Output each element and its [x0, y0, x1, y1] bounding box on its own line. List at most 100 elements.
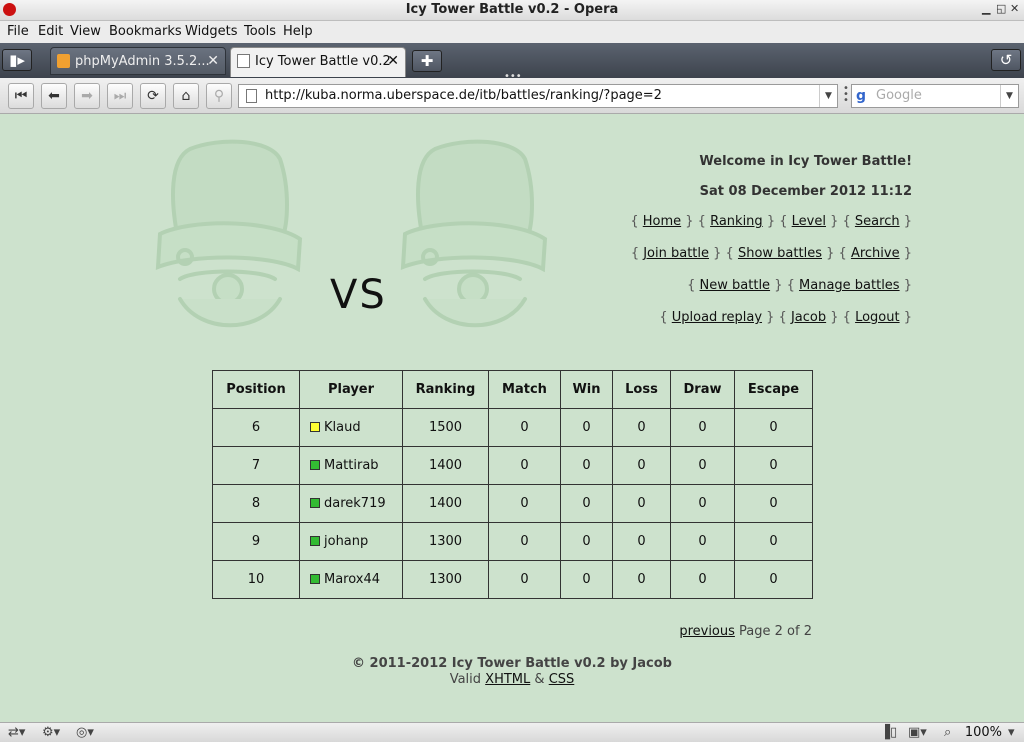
tab-phpmyadmin[interactable]: phpMyAdmin 3.5.2... ✕ [50, 47, 226, 75]
turbo-icon[interactable]: ◎▾ [76, 725, 94, 740]
cell-draw: 0 [670, 408, 735, 447]
nav-show-battles-link[interactable]: Show battles [738, 246, 822, 261]
web-page: VS Welcome in Icy Tower Battle! Sat 08 D… [0, 114, 1024, 722]
cell-escape: 0 [734, 484, 813, 523]
reload-icon[interactable]: ⟳ [140, 83, 166, 109]
image-icon[interactable]: ▣▾ [908, 725, 927, 740]
nav-user-link[interactable]: Jacob [791, 310, 826, 325]
pagination: previous Page 2 of 2 [679, 624, 812, 639]
cell-win: 0 [560, 484, 613, 523]
nav-ranking-link[interactable]: Ranking [710, 214, 763, 229]
panel-toggle-button[interactable]: ▮▸ [2, 49, 32, 71]
ranking-table-body: 6 Klaud 1500 0 0 0 0 0 7 Mattirab 1400 0 0 0 0 0 8 darek7… [212, 408, 813, 599]
google-icon: g [856, 88, 867, 104]
cell-loss: 0 [612, 522, 671, 561]
forward-icon[interactable]: ➡ [74, 83, 100, 109]
col-escape: Escape [734, 370, 813, 409]
chevron-down-icon[interactable]: ▾ [1008, 725, 1015, 740]
cell-position: 7 [212, 446, 300, 485]
nav-upload-replay-link[interactable]: Upload replay [672, 310, 762, 325]
nav-level-link[interactable]: Level [792, 214, 826, 229]
cell-player: Marox44 [299, 560, 403, 599]
table-row: 8 darek719 1400 0 0 0 0 0 [212, 484, 813, 523]
previous-page-link[interactable]: previous [679, 624, 735, 639]
sync-icon[interactable]: ⇄▾ [8, 725, 25, 740]
close-tab-icon[interactable]: ✕ [207, 53, 219, 69]
tab-icy-tower-battle[interactable]: Icy Tower Battle v0.2 ✕ [230, 47, 406, 77]
nav-logout-link[interactable]: Logout [855, 310, 900, 325]
url-input[interactable] [265, 88, 815, 103]
nav-new-battle-link[interactable]: New battle [700, 278, 771, 293]
cell-loss: 0 [612, 560, 671, 599]
close-tab-icon[interactable]: ✕ [387, 53, 399, 69]
chevron-down-icon[interactable]: ▼ [1000, 85, 1018, 107]
cell-ranking: 1300 [402, 522, 489, 561]
home-icon[interactable]: ⌂ [173, 83, 199, 109]
nav-row-3: { New battle } { Manage battles } [687, 278, 912, 293]
grip-icon[interactable]: ••• [843, 84, 849, 106]
cell-ranking: 1400 [402, 446, 489, 485]
ranking-table: Position Player Ranking Match Win Loss D… [212, 370, 813, 599]
nav-search-link[interactable]: Search [855, 214, 900, 229]
cell-win: 0 [560, 560, 613, 599]
panel-icon[interactable]: ▐▯ [880, 725, 897, 740]
col-win: Win [560, 370, 613, 409]
nav-manage-battles-link[interactable]: Manage battles [799, 278, 900, 293]
minimize-icon[interactable]: ▁ [982, 2, 990, 15]
restore-icon[interactable]: ◱ [996, 2, 1006, 15]
page-icon [237, 54, 250, 68]
cell-player: Klaud [299, 408, 403, 447]
cell-match: 0 [488, 522, 561, 561]
tab-bar: ▮▸ phpMyAdmin 3.5.2... ✕ Icy Tower Battl… [0, 43, 1024, 82]
cell-win: 0 [560, 408, 613, 447]
nav-join-battle-link[interactable]: Join battle [643, 246, 709, 261]
table-row: 6 Klaud 1500 0 0 0 0 0 [212, 408, 813, 447]
new-tab-button[interactable]: ✚ [412, 50, 442, 72]
cell-player: Mattirab [299, 446, 403, 485]
url-field[interactable]: ▼ [238, 84, 838, 108]
rewind-icon[interactable]: ⏮ [8, 83, 34, 109]
nav-archive-link[interactable]: Archive [851, 246, 900, 261]
vs-label: VS [330, 272, 387, 318]
cell-match: 0 [488, 446, 561, 485]
player-name: Klaud [324, 420, 361, 435]
wand-icon[interactable]: ⚲ [206, 83, 232, 109]
character-left-icon [155, 139, 303, 328]
nav-home-link[interactable]: Home [643, 214, 681, 229]
player-name: Marox44 [324, 572, 381, 587]
cell-draw: 0 [670, 484, 735, 523]
page-icon [246, 89, 257, 103]
phpmyadmin-icon [57, 54, 70, 68]
trash-icon[interactable]: ↺ [991, 49, 1021, 71]
col-draw: Draw [670, 370, 735, 409]
cell-escape: 0 [734, 522, 813, 561]
chevron-down-icon[interactable]: ▼ [819, 85, 837, 107]
cell-win: 0 [560, 522, 613, 561]
col-loss: Loss [612, 370, 671, 409]
table-header-row: Position Player Ranking Match Win Loss D… [212, 370, 813, 409]
menu-file[interactable]: File [7, 24, 29, 39]
search-field[interactable]: g Google ▼ [851, 84, 1019, 108]
player-color-swatch [310, 536, 320, 546]
css-link[interactable]: CSS [549, 672, 575, 687]
menu-edit[interactable]: Edit [38, 24, 63, 39]
col-ranking: Ranking [402, 370, 489, 409]
menu-help[interactable]: Help [283, 24, 313, 39]
menu-tools[interactable]: Tools [244, 24, 276, 39]
xhtml-link[interactable]: XHTML [485, 672, 530, 687]
cell-ranking: 1500 [402, 408, 489, 447]
close-window-icon[interactable]: ✕ [1010, 2, 1019, 15]
back-icon[interactable]: ⬅ [41, 83, 67, 109]
player-color-swatch [310, 422, 320, 432]
page-indicator: Page 2 of 2 [739, 624, 812, 639]
zoom-icon[interactable]: ⌕ [944, 725, 951, 740]
menu-view[interactable]: View [70, 24, 101, 39]
player-color-swatch [310, 460, 320, 470]
zoom-level[interactable]: 100% [965, 725, 1002, 740]
fast-forward-icon[interactable]: ⏭ [107, 83, 133, 109]
search-placeholder: Google [876, 88, 922, 103]
menu-widgets[interactable]: Widgets [185, 24, 238, 39]
cell-match: 0 [488, 408, 561, 447]
menu-bookmarks[interactable]: Bookmarks [109, 24, 182, 39]
unite-icon[interactable]: ⚙▾ [42, 725, 60, 740]
